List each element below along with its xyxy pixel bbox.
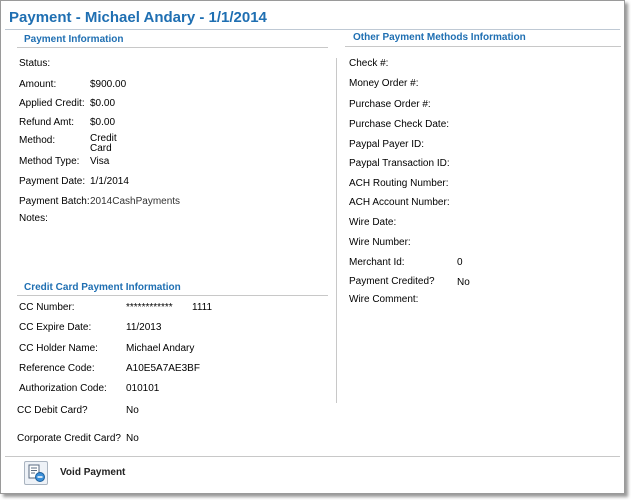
notes-label: Notes:	[19, 213, 48, 224]
void-payment-icon[interactable]	[24, 461, 48, 485]
method-type-label: Method Type:	[19, 156, 80, 167]
reference-code-label: Reference Code:	[19, 363, 95, 374]
check-number-label: Check #:	[349, 58, 389, 69]
payment-date-label: Payment Date:	[19, 176, 86, 187]
cc-number-mask: ************	[126, 302, 173, 313]
purchase-check-date-label: Purchase Check Date:	[349, 119, 450, 130]
method-label: Method:	[19, 135, 56, 146]
corporate-card-value: No	[126, 433, 139, 444]
cc-holder-label: CC Holder Name:	[19, 343, 98, 354]
applied-credit-label: Applied Credit:	[19, 98, 85, 109]
refund-amt-value: $0.00	[90, 117, 116, 128]
merchant-id-value: 0	[457, 257, 463, 268]
purchase-order-label: Purchase Order #:	[349, 99, 431, 110]
cc-number-last4: 1111	[192, 302, 213, 313]
payment-info-divider	[17, 47, 328, 48]
authorization-code-value: 010101	[126, 383, 160, 394]
corporate-card-label: Corporate Credit Card?	[17, 433, 121, 444]
reference-code-value: A10E5A7AE3BF	[126, 363, 200, 374]
payment-info-heading: Payment Information	[24, 34, 124, 45]
wire-number-label: Wire Number:	[349, 237, 411, 248]
money-order-label: Money Order #:	[349, 78, 419, 89]
merchant-id-label: Merchant Id:	[349, 257, 405, 268]
title-divider	[5, 29, 620, 30]
wire-comment-label: Wire Comment:	[349, 294, 419, 305]
cc-number-label: CC Number:	[19, 302, 75, 313]
method-value: Credit Card	[90, 133, 117, 154]
cc-info-divider	[17, 295, 328, 296]
refund-amt-label: Refund Amt:	[19, 117, 75, 128]
cc-holder-value: Michael Andary	[126, 343, 195, 354]
payment-credited-label: Payment Credited?	[349, 276, 435, 287]
other-info-heading: Other Payment Methods Information	[353, 32, 526, 43]
status-label: Status:	[19, 58, 51, 69]
footer-divider	[5, 456, 620, 457]
page-title: Payment - Michael Andary - 1/1/2014	[9, 9, 267, 26]
ach-account-label: ACH Account Number:	[349, 197, 450, 208]
paypal-payer-id-label: Paypal Payer ID:	[349, 139, 425, 150]
amount-label: Amount:	[19, 79, 57, 90]
method-type-value: Visa	[90, 156, 110, 167]
payment-batch-value: 2014CashPayments	[90, 196, 181, 207]
cc-expire-label: CC Expire Date:	[19, 322, 92, 333]
void-payment-button[interactable]: Void Payment	[60, 467, 125, 478]
amount-value: $900.00	[90, 79, 127, 90]
wire-date-label: Wire Date:	[349, 217, 397, 228]
paypal-transaction-id-label: Paypal Transaction ID:	[349, 158, 450, 169]
cc-debit-value: No	[126, 405, 139, 416]
ach-routing-label: ACH Routing Number:	[349, 178, 449, 189]
payment-date-value: 1/1/2014	[90, 176, 129, 187]
payment-panel: Payment - Michael Andary - 1/1/2014 Paym…	[0, 0, 625, 494]
payment-batch-label: Payment Batch:	[19, 196, 90, 207]
column-divider	[336, 58, 337, 403]
payment-credited-value: No	[457, 277, 470, 288]
applied-credit-value: $0.00	[90, 98, 116, 109]
cc-debit-label: CC Debit Card?	[17, 405, 88, 416]
cc-info-heading: Credit Card Payment Information	[24, 282, 181, 293]
cc-expire-value: 11/2013	[126, 322, 162, 333]
authorization-code-label: Authorization Code:	[19, 383, 107, 394]
other-info-divider	[345, 46, 621, 47]
